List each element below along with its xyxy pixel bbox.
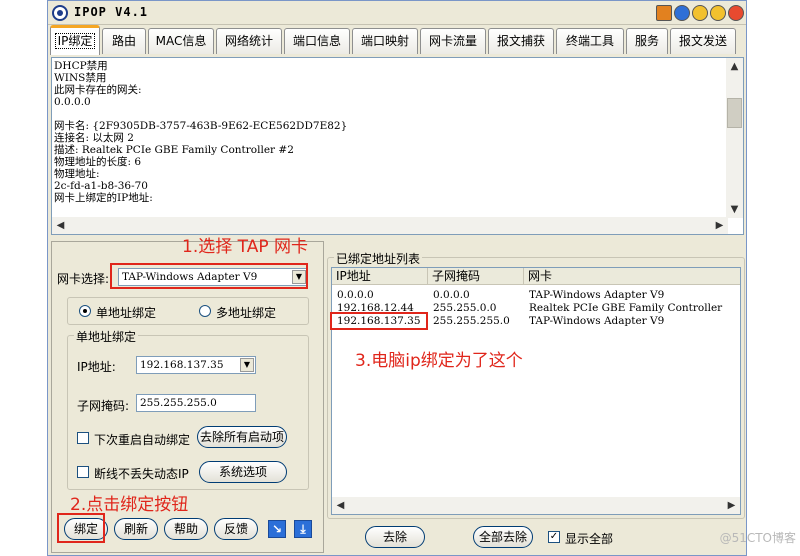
column-mask[interactable]: 子网掩码: [428, 268, 524, 285]
row-ip: 0.0.0.0: [337, 289, 374, 301]
tab-mac-info[interactable]: MAC信息: [148, 28, 214, 54]
tab-packet-send[interactable]: 报文发送: [670, 28, 736, 54]
log-line: WINS禁用: [54, 72, 107, 84]
bound-address-panel: 已绑定地址列表 IP地址 子网掩码 网卡 0.0.0.0 0.0.0.0 TAP…: [327, 250, 745, 553]
log-line: 网卡名: {2F9305DB-3757-463B-9E62-ECE562DD7E…: [54, 120, 348, 132]
row-mask: 255.255.255.0: [433, 315, 510, 327]
keep-dynamic-ip-label: 断线不丢失动态IP: [94, 467, 189, 481]
download-icon[interactable]: ⤓: [294, 520, 312, 538]
single-address-radio[interactable]: [79, 305, 91, 317]
nic-select-highlight: [110, 263, 308, 289]
bound-address-list[interactable]: IP地址 子网掩码 网卡 0.0.0.0 0.0.0.0 TAP-Windows…: [331, 267, 741, 515]
column-nic[interactable]: 网卡: [524, 268, 740, 285]
single-address-label: 单地址绑定: [96, 306, 157, 320]
log-output[interactable]: DHCP禁用 WINS禁用 此网卡存在的网关: 0.0.0.0 网卡名: {2F930…: [51, 57, 744, 235]
feedback-button[interactable]: 反馈: [214, 518, 258, 540]
nic-select-label: 网卡选择:: [57, 272, 110, 286]
watermark: @51CTO博客: [719, 531, 796, 545]
tray-icon[interactable]: [656, 5, 672, 21]
log-horizontal-scrollbar[interactable]: ◀ ▶: [52, 217, 728, 234]
auto-bind-label: 下次重启自动绑定: [94, 433, 191, 447]
list-header: IP地址 子网掩码 网卡: [332, 268, 740, 285]
remove-startup-button[interactable]: 去除所有启动项: [197, 426, 287, 448]
row-nic: TAP-Windows Adapter V9: [529, 315, 665, 327]
title-bar: IPOP V4.1: [48, 1, 746, 25]
help-button[interactable]: 帮助: [164, 518, 208, 540]
log-vertical-scrollbar[interactable]: ▲ ▼: [726, 58, 743, 218]
app-logo-icon: [52, 5, 68, 21]
row-nic: TAP-Windows Adapter V9: [529, 289, 665, 301]
log-line: 0.0.0.0: [54, 96, 91, 108]
log-line: 此网卡存在的网关:: [54, 84, 142, 96]
tab-port-info[interactable]: 端口信息: [284, 28, 350, 54]
list-horizontal-scrollbar[interactable]: ◀ ▶: [332, 497, 740, 514]
scroll-right-icon[interactable]: ▶: [711, 217, 728, 234]
subnet-mask-input[interactable]: 255.255.255.0: [136, 394, 256, 412]
multi-address-radio[interactable]: [199, 305, 211, 317]
log-line: 物理地址的长度: 6: [54, 156, 142, 168]
show-all-checkbox[interactable]: ✓: [548, 531, 560, 543]
arrow-down-right-icon[interactable]: ↘: [268, 520, 286, 538]
scroll-thumb[interactable]: [727, 98, 742, 128]
bound-list-title: 已绑定地址列表: [334, 250, 423, 267]
scroll-down-icon[interactable]: ▼: [726, 201, 743, 218]
minimize-icon[interactable]: [692, 5, 708, 21]
show-all-label: 显示全部: [565, 532, 614, 546]
bound-ip-highlight: [330, 312, 428, 330]
multi-address-label: 多地址绑定: [216, 306, 277, 320]
scroll-right-icon[interactable]: ▶: [723, 497, 740, 514]
annotation-step3: 3.电脑ip绑定为了这个: [355, 351, 523, 371]
system-options-button[interactable]: 系统选项: [199, 461, 287, 483]
scroll-left-icon[interactable]: ◀: [332, 497, 349, 514]
log-line: 连接名: 以太网 2: [54, 132, 134, 144]
log-line: 网卡上绑定的IP地址:: [54, 192, 153, 204]
row-mask: 0.0.0.0: [433, 289, 470, 301]
log-line: 2c-fd-a1-b8-36-70: [54, 180, 148, 192]
window-title: IPOP V4.1: [74, 5, 149, 19]
help-icon[interactable]: [674, 5, 690, 21]
refresh-button[interactable]: 刷新: [114, 518, 158, 540]
close-icon[interactable]: [728, 5, 744, 21]
tab-route[interactable]: 路由: [102, 28, 146, 54]
annotation-step2: 2.点击绑定按钮: [70, 495, 189, 515]
annotation-step1: 1.选择 TAP 网卡: [182, 237, 308, 257]
tab-net-stats[interactable]: 网络统计: [216, 28, 282, 54]
tab-services[interactable]: 服务: [626, 28, 668, 54]
bind-button-highlight: [57, 513, 105, 543]
keep-dynamic-ip-checkbox[interactable]: [77, 466, 89, 478]
remove-all-button[interactable]: 全部去除: [473, 526, 533, 548]
remove-button[interactable]: 去除: [365, 526, 425, 548]
auto-bind-checkbox[interactable]: [77, 432, 89, 444]
ip-address-value: 192.168.137.35: [140, 359, 224, 371]
ip-address-select[interactable]: 192.168.137.35 ▼: [136, 356, 256, 374]
scroll-left-icon[interactable]: ◀: [52, 217, 69, 234]
row-mask: 255.255.0.0: [433, 302, 497, 314]
tab-packet-capture[interactable]: 报文捕获: [488, 28, 554, 54]
tab-terminal-tools[interactable]: 终端工具: [556, 28, 624, 54]
subnet-mask-label: 子网掩码:: [77, 399, 130, 413]
tab-bar: IP绑定 路由 MAC信息 网络统计 端口信息 端口映射 网卡流量 报文捕获 终…: [48, 25, 746, 55]
log-line: 描述: Realtek PCIe GBE Family Controller #…: [54, 144, 294, 156]
tab-nic-traffic[interactable]: 网卡流量: [420, 28, 486, 54]
scroll-up-icon[interactable]: ▲: [726, 58, 743, 75]
log-line: DHCP禁用: [54, 60, 108, 72]
row-nic: Realtek PCIe GBE Family Controller: [529, 302, 723, 314]
tab-ip-bind[interactable]: IP绑定: [50, 25, 100, 55]
tab-port-map[interactable]: 端口映射: [352, 28, 418, 54]
chevron-down-icon[interactable]: ▼: [240, 358, 254, 372]
maximize-icon[interactable]: [710, 5, 726, 21]
ip-address-label: IP地址:: [77, 360, 116, 374]
single-address-group-title: 单地址绑定: [74, 328, 139, 345]
column-ip[interactable]: IP地址: [332, 268, 428, 285]
log-line: 物理地址:: [54, 168, 100, 180]
log-text: DHCP禁用 WINS禁用 此网卡存在的网关: 0.0.0.0 网卡名: {2F930…: [54, 60, 347, 204]
